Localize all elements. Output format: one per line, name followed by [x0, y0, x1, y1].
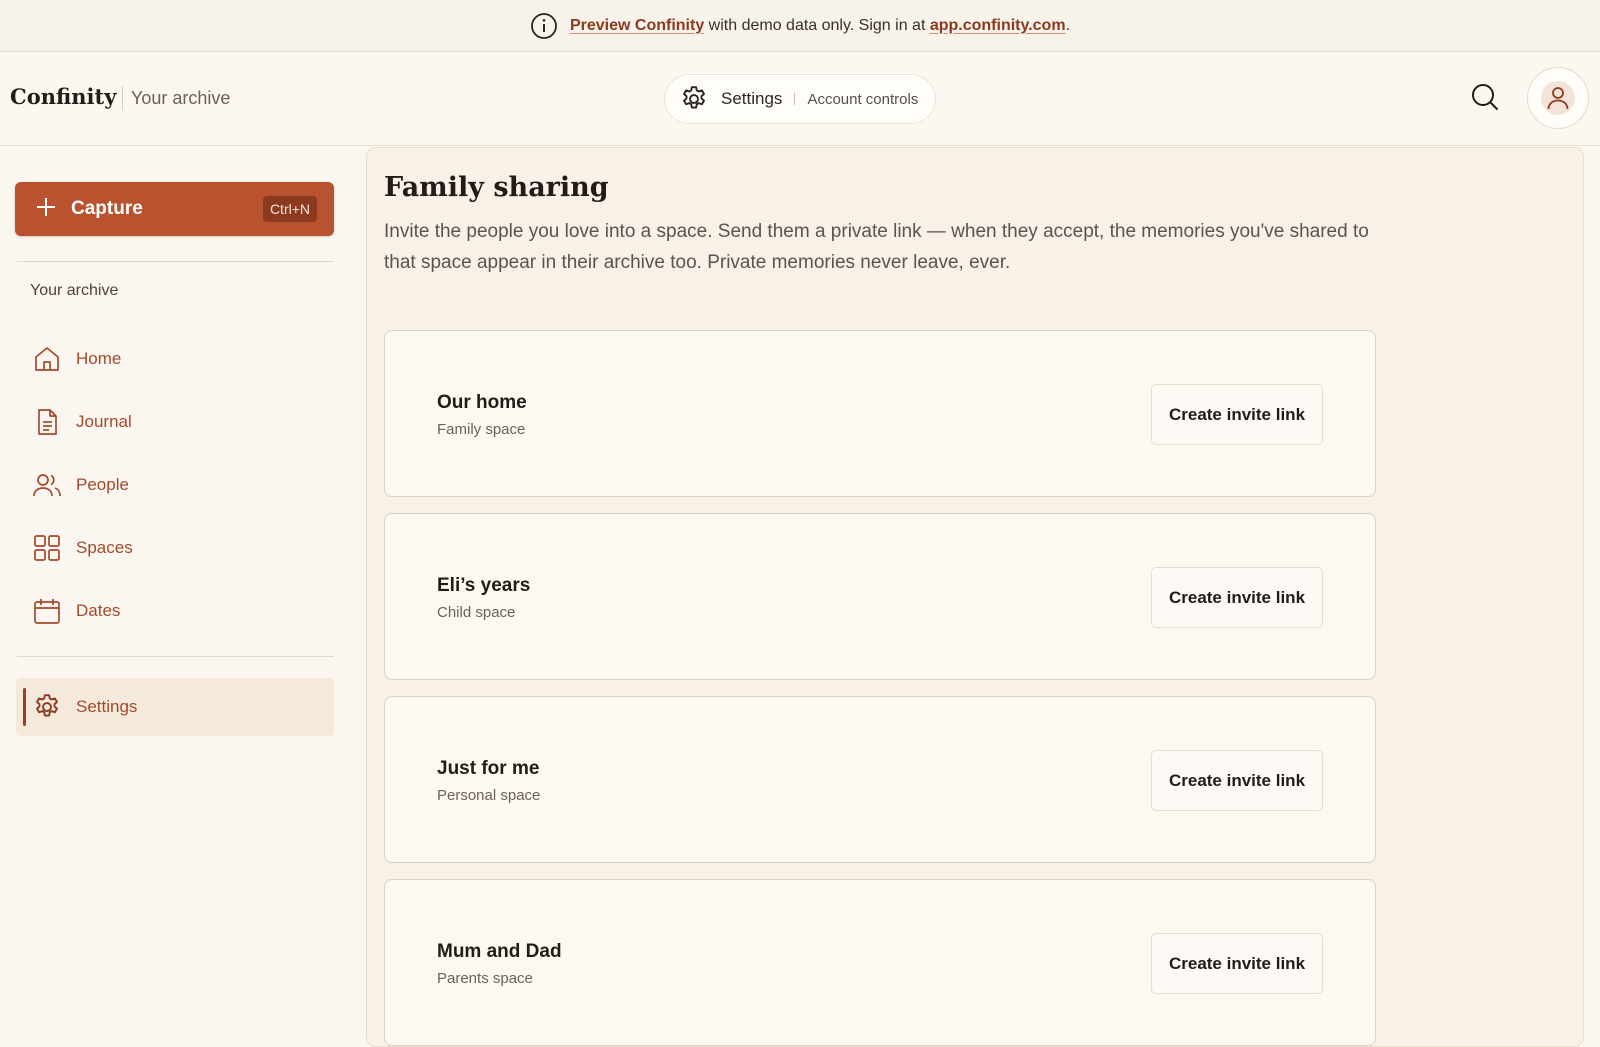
avatar-button[interactable]: [1527, 67, 1589, 129]
search-button[interactable]: [1468, 82, 1502, 116]
gear-icon: [679, 84, 709, 114]
home-icon: [32, 344, 62, 374]
sidebar-item-dates[interactable]: Dates: [16, 582, 334, 640]
grid-icon: [32, 533, 62, 563]
capture-label: Capture: [71, 198, 143, 219]
sidebar-item-label: People: [76, 475, 129, 494]
space-name: Eli’s years: [437, 575, 531, 596]
brand-divider: [122, 86, 123, 110]
page-description: Invite the people you love into a space.…: [384, 221, 1369, 273]
space-type: Family space: [437, 421, 526, 438]
brand-subtitle: Your archive: [131, 88, 231, 108]
space-name: Mum and Dad: [437, 941, 562, 962]
sidebar-section-label: Your archive: [30, 282, 119, 299]
info-icon: [530, 12, 558, 40]
sidebar-item-spaces[interactable]: Spaces: [16, 519, 334, 577]
page-title: Family sharing: [384, 172, 609, 203]
gear-icon: [32, 692, 62, 722]
main-content: Family sharing Invite the people you lov…: [366, 147, 1584, 1047]
sidebar-item-journal[interactable]: Journal: [16, 393, 334, 451]
capture-shortcut: Ctrl+N: [262, 196, 317, 222]
sidebar-item-label: Journal: [76, 412, 132, 431]
banner-end: .: [1065, 16, 1071, 34]
sidebar-item-label: Settings: [76, 697, 138, 716]
preview-banner: Preview Confinity with demo data only. S…: [0, 0, 1600, 52]
sidebar-item-settings[interactable]: Settings: [16, 678, 334, 736]
pill-subtitle: Account controls: [807, 90, 919, 108]
create-invite-link-button[interactable]: Create invite link: [1151, 567, 1323, 628]
brand-logo[interactable]: Confinity: [10, 84, 116, 109]
pill-separator: [794, 93, 796, 105]
sidebar-item-people[interactable]: People: [16, 456, 334, 514]
sidebar: Capture Ctrl+N Your archive Home Journal…: [0, 147, 366, 1032]
create-invite-link-button[interactable]: Create invite link: [1151, 750, 1323, 811]
space-type: Parents space: [437, 970, 533, 987]
people-icon: [32, 470, 62, 500]
space-card: Mum and Dad Parents space Create invite …: [384, 879, 1376, 1046]
space-card: Eli’s years Child space Create invite li…: [384, 513, 1376, 680]
calendar-icon: [32, 596, 62, 626]
space-card: Just for me Personal space Create invite…: [384, 696, 1376, 863]
capture-button[interactable]: Capture Ctrl+N: [15, 182, 334, 236]
user-icon: [1541, 81, 1575, 115]
plus-icon: [35, 195, 57, 223]
app-header: Confinity Your archive Settings Account …: [0, 52, 1600, 146]
space-card: Our home Family space Create invite link: [384, 330, 1376, 497]
pill-title: Settings: [721, 89, 783, 108]
sidebar-item-home[interactable]: Home: [16, 330, 334, 388]
space-type: Personal space: [437, 787, 541, 804]
space-name: Just for me: [437, 758, 540, 779]
signin-url-link[interactable]: app.confinity.com: [930, 17, 1066, 34]
preview-link[interactable]: Preview Confinity: [570, 17, 704, 34]
sidebar-item-label: Home: [76, 349, 122, 368]
create-invite-link-button[interactable]: Create invite link: [1151, 933, 1323, 994]
search-icon: [1470, 82, 1500, 117]
document-icon: [32, 407, 62, 437]
sidebar-item-label: Dates: [76, 601, 121, 620]
banner-text: with demo data only. Sign in at: [708, 16, 926, 34]
space-name: Our home: [437, 392, 527, 413]
sidebar-divider: [17, 261, 334, 262]
sidebar-item-label: Spaces: [76, 538, 133, 557]
sidebar-divider: [17, 656, 334, 657]
create-invite-link-button[interactable]: Create invite link: [1151, 384, 1323, 445]
space-type: Child space: [437, 604, 516, 621]
current-page-pill: Settings Account controls: [664, 74, 936, 124]
